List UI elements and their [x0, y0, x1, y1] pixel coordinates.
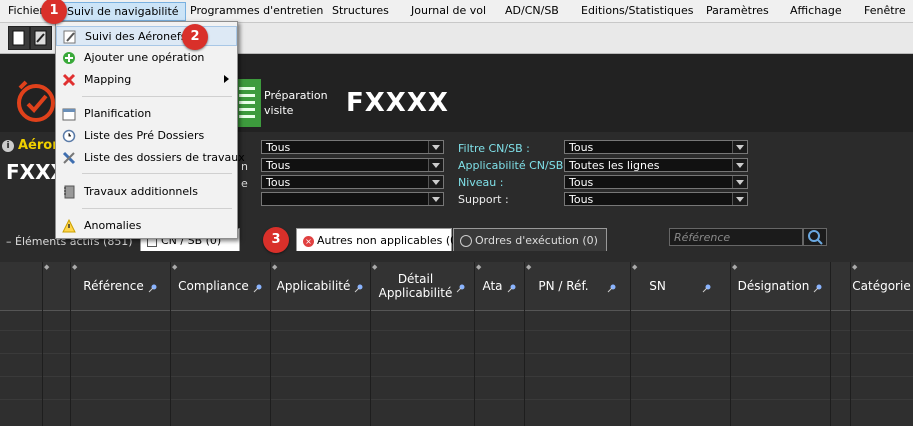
menu-fichier[interactable]: Fichier	[8, 4, 44, 17]
document-icon	[12, 30, 25, 46]
pin-icon[interactable]	[456, 282, 465, 292]
menu-item-liste-dossiers-travaux[interactable]: Liste des dossiers de travaux	[56, 148, 245, 168]
menu-item-ajouter-operation[interactable]: Ajouter une opération	[56, 48, 237, 68]
tab-ordres-execution[interactable]: Ordres d'exécution (0)	[453, 228, 607, 251]
column-header-detail-applicabilite[interactable]: Détail Applicabilité	[370, 262, 474, 310]
menu-suivi-navigabilite[interactable]: Suivi de navigabilité	[60, 2, 186, 21]
menu-item-planification[interactable]: Planification	[56, 104, 237, 124]
filter-left-select-3[interactable]: Tous	[261, 175, 444, 189]
applicabilite-cn-sb-select[interactable]: Toutes les lignes	[564, 158, 748, 172]
chevron-down-icon	[732, 141, 747, 153]
menu-journal-vol[interactable]: Journal de vol	[411, 4, 486, 17]
search-button[interactable]	[803, 228, 827, 246]
pin-icon[interactable]	[253, 282, 262, 292]
support-select[interactable]: Tous	[564, 192, 748, 206]
pin-icon[interactable]	[607, 282, 616, 292]
menu-programmes-entretien[interactable]: Programmes d'entretien	[190, 4, 323, 17]
pin-icon[interactable]	[148, 282, 157, 292]
clock-icon	[460, 235, 472, 247]
filter-left-select-4[interactable]	[261, 192, 444, 206]
menu-ad-cn-sb[interactable]: AD/CN/SB	[505, 4, 559, 17]
column-header-ata[interactable]: Ata	[474, 262, 524, 310]
chevron-down-icon	[428, 193, 443, 205]
pin-icon[interactable]	[354, 282, 363, 292]
applicabilite-cn-sb-label: Applicabilité CN/SB :	[458, 159, 571, 172]
plus-icon	[63, 52, 75, 64]
pin-icon[interactable]	[702, 282, 711, 292]
niveau-label: Niveau :	[458, 176, 504, 189]
chevron-down-icon	[732, 193, 747, 205]
edit-document-button[interactable]	[30, 26, 52, 50]
column-header-categorie[interactable]: Catégorie	[850, 262, 913, 310]
clock-icon	[62, 129, 76, 143]
column-header-designation[interactable]: Désignation	[730, 262, 830, 310]
menu-item-suivi-aeronefs[interactable]: Suivi des Aéronefs	[56, 26, 237, 46]
prep-label-line2: visite	[264, 104, 294, 117]
column-header-sn[interactable]: SN	[630, 262, 730, 310]
close-circle-icon: ×	[303, 235, 314, 247]
notebook-icon	[64, 185, 75, 199]
pin-icon[interactable]	[813, 282, 822, 292]
callout-2: 2	[182, 24, 208, 50]
filter-left-select-2[interactable]: Tous	[261, 158, 444, 172]
tab-autres-non-applicables[interactable]: × Autres non applicables (0)	[296, 228, 461, 251]
reference-search-input[interactable]: Référence	[669, 228, 803, 246]
chevron-down-icon	[428, 159, 443, 171]
menu-item-travaux-additionnels[interactable]: Travaux additionnels	[56, 182, 237, 202]
filtre-cn-sb-select[interactable]: Tous	[564, 140, 748, 154]
aircraft-registration: FXXXX	[346, 88, 449, 118]
calendar-icon	[62, 108, 76, 121]
menu-fenetre[interactable]: Fenêtre	[864, 4, 906, 17]
suivi-navigabilite-dropdown: Suivi des Aéronefs Ajouter une opération…	[55, 21, 245, 239]
column-header-compliance[interactable]: Compliance	[170, 262, 270, 310]
mapping-icon	[62, 73, 76, 87]
menu-parametres[interactable]: Paramètres	[706, 4, 769, 17]
menu-affichage[interactable]: Affichage	[790, 4, 842, 17]
pin-icon[interactable]	[507, 282, 516, 292]
pencil-icon	[63, 30, 76, 44]
chevron-down-icon	[428, 176, 443, 188]
support-label: Support :	[458, 193, 509, 206]
menu-item-mapping[interactable]: Mapping	[56, 70, 237, 90]
prep-label-line1: Préparation	[264, 89, 328, 102]
callout-3: 3	[263, 227, 289, 253]
warning-icon	[62, 219, 76, 233]
column-header-reference[interactable]: Référence	[70, 262, 170, 310]
filter-left-select-1[interactable]: Tous	[261, 140, 444, 154]
filter-left-label-3: e	[241, 177, 248, 190]
chevron-down-icon	[428, 141, 443, 153]
menu-item-liste-pre-dossiers[interactable]: Liste des Pré Dossiers	[56, 126, 237, 146]
edit-icon	[34, 30, 47, 46]
menu-item-anomalies[interactable]: Anomalies	[56, 216, 237, 236]
timer-logo-icon	[14, 78, 60, 124]
menu-bar: Fichier Suivi de navigabilité Programmes…	[0, 0, 913, 23]
menu-structures[interactable]: Structures	[332, 4, 389, 17]
filtre-cn-sb-label: Filtre CN/SB :	[458, 142, 530, 155]
menu-editions-statistiques[interactable]: Editions/Statistiques	[581, 4, 693, 17]
column-header-pn-ref[interactable]: PN / Réf.	[524, 262, 630, 310]
new-document-button[interactable]	[8, 26, 30, 50]
preparation-visite-label[interactable]: Préparation visite	[264, 88, 334, 118]
submenu-arrow-icon	[224, 75, 229, 83]
chevron-down-icon	[732, 176, 747, 188]
info-icon: i	[2, 140, 14, 152]
chevron-down-icon	[732, 159, 747, 171]
tools-icon	[62, 151, 76, 165]
column-header-applicabilite[interactable]: Applicabilité	[270, 262, 370, 310]
search-icon	[808, 230, 823, 245]
niveau-select[interactable]: Tous	[564, 175, 748, 189]
